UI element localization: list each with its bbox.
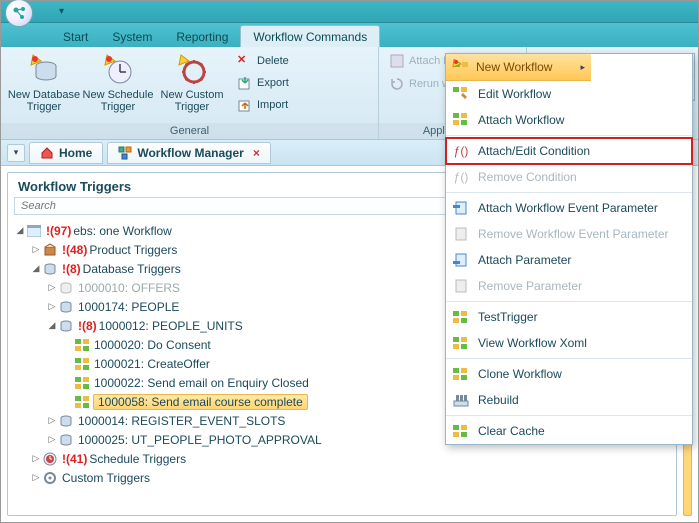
tab-workflow-commands[interactable]: Workflow Commands bbox=[240, 25, 380, 47]
menu-remove-event-param[interactable]: Remove Workflow Event Parameter bbox=[446, 221, 692, 247]
gear-icon bbox=[42, 470, 58, 486]
database-icon bbox=[42, 261, 58, 277]
delete-button[interactable]: ✕Delete bbox=[233, 51, 293, 71]
schedule-icon bbox=[42, 451, 58, 467]
delete-icon: ✕ bbox=[237, 53, 253, 69]
product-icon bbox=[42, 242, 58, 258]
menu-attach-workflow[interactable]: Attach Workflow bbox=[446, 107, 692, 133]
db-node-icon bbox=[58, 318, 74, 334]
workflow-item-icon bbox=[74, 337, 90, 353]
db-node-icon bbox=[58, 299, 74, 315]
import-button[interactable]: Import bbox=[233, 95, 293, 115]
close-icon[interactable]: × bbox=[253, 146, 260, 160]
tree-schedule-triggers[interactable]: ▷!(41)Schedule Triggers bbox=[8, 449, 676, 468]
tab-history-dropdown[interactable]: ▾ bbox=[7, 144, 25, 162]
menu-clear-cache[interactable]: Clear Cache bbox=[446, 418, 692, 444]
home-icon bbox=[40, 146, 54, 160]
menu-edit-workflow[interactable]: Edit Workflow bbox=[446, 81, 692, 107]
label: New Custom Trigger bbox=[161, 89, 224, 113]
menu-rebuild[interactable]: Rebuild bbox=[446, 387, 692, 413]
event-param-remove-icon bbox=[452, 226, 470, 242]
db-node-icon bbox=[58, 413, 74, 429]
qat-customize-icon[interactable]: ▾ bbox=[59, 6, 64, 17]
ribbon-tabstrip: Start System Reporting Workflow Commands bbox=[1, 23, 698, 47]
menu-remove-param[interactable]: Remove Parameter bbox=[446, 273, 692, 299]
workflow-item-icon bbox=[74, 375, 90, 391]
attach-icon bbox=[452, 112, 470, 128]
new-schedule-trigger-button[interactable]: New Schedule Trigger bbox=[81, 51, 155, 113]
export-icon bbox=[237, 75, 253, 91]
workflow-dropdown-menu: New Workflow▸ Edit Workflow Attach Workf… bbox=[445, 53, 693, 445]
tab-system[interactable]: System bbox=[100, 26, 164, 47]
edit-icon bbox=[452, 86, 470, 102]
menu-attach-event-param[interactable]: Attach Workflow Event Parameter bbox=[446, 195, 692, 221]
tree-custom-triggers[interactable]: ▷Custom Triggers bbox=[8, 468, 676, 487]
database-trigger-icon bbox=[27, 53, 61, 87]
attach-reference-icon bbox=[389, 53, 405, 69]
param-remove-icon bbox=[452, 278, 470, 294]
workflow-item-icon bbox=[74, 394, 90, 410]
menu-view-xoml[interactable]: View Workflow Xoml bbox=[446, 330, 692, 356]
schedule-trigger-icon bbox=[101, 53, 135, 87]
tab-reporting[interactable]: Reporting bbox=[164, 26, 240, 47]
new-custom-trigger-button[interactable]: New Custom Trigger bbox=[155, 51, 229, 113]
workflow-icon bbox=[118, 146, 132, 160]
new-database-trigger-button[interactable]: New Database Trigger bbox=[7, 51, 81, 113]
db-node-icon bbox=[58, 432, 74, 448]
event-param-icon bbox=[452, 200, 470, 216]
param-icon bbox=[452, 252, 470, 268]
tab-start[interactable]: Start bbox=[51, 26, 100, 47]
menu-remove-condition[interactable]: ƒ()Remove Condition bbox=[446, 164, 692, 190]
app-node-icon bbox=[26, 223, 42, 239]
workflow-item-icon bbox=[74, 356, 90, 372]
app-menu-icon[interactable] bbox=[5, 0, 33, 27]
import-icon bbox=[237, 97, 253, 113]
export-button[interactable]: Export bbox=[233, 73, 293, 93]
tab-home-label: Home bbox=[59, 146, 92, 160]
workflow-icon bbox=[452, 309, 470, 325]
rerun-icon bbox=[389, 76, 405, 92]
menu-testtrigger[interactable]: TestTrigger bbox=[446, 304, 692, 330]
new-workflow-button[interactable]: New Workflow▸ bbox=[446, 54, 591, 81]
label: New Database Trigger bbox=[8, 89, 80, 113]
group-label-general: General bbox=[1, 123, 378, 139]
label: New Schedule Trigger bbox=[83, 89, 154, 113]
custom-trigger-icon bbox=[175, 53, 209, 87]
condition-remove-icon: ƒ() bbox=[452, 169, 470, 185]
rebuild-icon bbox=[452, 392, 470, 408]
workflow-icon bbox=[452, 423, 470, 439]
tab-home[interactable]: Home bbox=[29, 142, 103, 164]
menu-attach-edit-condition[interactable]: ƒ()Attach/Edit Condition bbox=[446, 138, 692, 164]
clone-icon bbox=[452, 366, 470, 382]
new-workflow-icon bbox=[452, 59, 470, 75]
db-node-icon bbox=[58, 280, 74, 296]
tab-workflow-manager[interactable]: Workflow Manager × bbox=[107, 142, 270, 164]
menu-clone-workflow[interactable]: Clone Workflow bbox=[446, 361, 692, 387]
condition-icon: ƒ() bbox=[452, 143, 470, 159]
menu-attach-param[interactable]: Attach Parameter bbox=[446, 247, 692, 273]
tab-wm-label: Workflow Manager bbox=[137, 146, 243, 160]
workflow-icon bbox=[452, 335, 470, 351]
